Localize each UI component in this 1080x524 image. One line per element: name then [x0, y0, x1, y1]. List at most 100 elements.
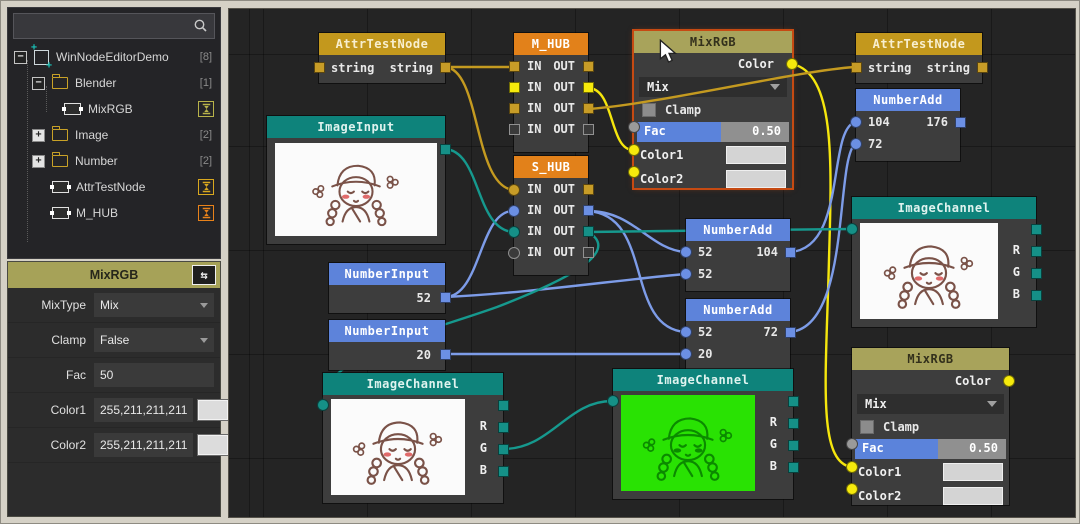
- socket-channel-b[interactable]: [498, 466, 509, 477]
- node-header[interactable]: ImageChannel: [613, 369, 793, 391]
- color1-field[interactable]: 255,211,211,211: [94, 398, 193, 422]
- socket-image-out[interactable]: [440, 144, 451, 155]
- node-imagechannel[interactable]: ImageChannelRGB: [852, 197, 1036, 327]
- node-header[interactable]: NumberAdd: [856, 89, 960, 111]
- socket-color1-in[interactable]: [846, 461, 858, 473]
- node-imagechannel[interactable]: ImageChannelRGB: [613, 369, 793, 499]
- color-swatch[interactable]: [198, 435, 228, 455]
- collapse-icon[interactable]: −: [32, 77, 45, 90]
- expand-icon[interactable]: +: [32, 129, 45, 142]
- socket-hub-in[interactable]: [508, 205, 520, 217]
- socket-image-in[interactable]: [607, 395, 619, 407]
- socket-fac-in[interactable]: [846, 438, 858, 450]
- tree-item-m_hub[interactable]: M_HUB: [8, 200, 220, 226]
- color-swatch[interactable]: [943, 487, 1003, 505]
- socket-number-in[interactable]: [680, 326, 692, 338]
- socket-hub-in[interactable]: [508, 226, 520, 238]
- socket-hub-out[interactable]: [583, 247, 594, 258]
- node-type-badge-icon[interactable]: [198, 205, 214, 221]
- node-header[interactable]: NumberAdd: [686, 219, 790, 241]
- node-mixrgb[interactable]: MixRGBColorMixClampFac0.50Color1Color2: [852, 348, 1009, 505]
- socket-hub-in[interactable]: [508, 184, 520, 196]
- socket-color2-in[interactable]: [628, 166, 640, 178]
- socket-number-in[interactable]: [850, 138, 862, 150]
- socket-hub-out[interactable]: [583, 124, 594, 135]
- tree-item-image[interactable]: +Image[2]: [8, 122, 220, 148]
- node-header[interactable]: M_HUB: [514, 33, 588, 55]
- node-numberadd[interactable]: NumberAdd5210452: [686, 219, 790, 291]
- node-attrtestnode[interactable]: AttrTestNodestringstring: [319, 33, 445, 83]
- node-header[interactable]: AttrTestNode: [856, 33, 982, 55]
- socket-hub-in[interactable]: [509, 124, 520, 135]
- collapse-icon[interactable]: −: [14, 51, 27, 64]
- socket-channel-r[interactable]: [1031, 246, 1042, 257]
- node-header[interactable]: NumberInput: [329, 320, 445, 342]
- socket-channel-g[interactable]: [498, 444, 509, 455]
- search-input[interactable]: [14, 19, 193, 33]
- socket-color-out[interactable]: [1003, 375, 1015, 387]
- node-imagechannel[interactable]: ImageChannelRGB: [323, 373, 503, 503]
- fac-slider[interactable]: Fac0.50: [637, 122, 789, 142]
- socket-fac-in[interactable]: [628, 121, 640, 133]
- tree-item-winnodeeditordemo[interactable]: −WinNodeEditorDemo[8]: [8, 44, 220, 70]
- mixtype-dropdown[interactable]: Mix: [857, 394, 1004, 414]
- node-header[interactable]: NumberAdd: [686, 299, 790, 321]
- node-imageinput[interactable]: ImageInput: [267, 116, 445, 244]
- node-editor-canvas[interactable]: AttrTestNodestringstringM_HUBINOUTINOUTI…: [228, 8, 1076, 518]
- tree-item-blender[interactable]: −Blender[1]: [8, 70, 220, 96]
- node-numberinput[interactable]: NumberInput52: [329, 263, 445, 313]
- socket-hub-out[interactable]: [583, 205, 594, 216]
- socket-channel-g[interactable]: [788, 440, 799, 451]
- socket-string-out[interactable]: [977, 62, 988, 73]
- tree-item-number[interactable]: +Number[2]: [8, 148, 220, 174]
- color-swatch[interactable]: [943, 463, 1003, 481]
- fac-field[interactable]: 50: [94, 363, 214, 387]
- node-header[interactable]: ImageChannel: [323, 373, 503, 395]
- socket-number-out[interactable]: [440, 292, 451, 303]
- socket-image-in[interactable]: [317, 399, 329, 411]
- node-mixrgb[interactable]: MixRGBColorMixClampFac0.50Color1Color2: [634, 31, 792, 188]
- socket-hub-out[interactable]: [583, 82, 594, 93]
- socket-string-in[interactable]: [314, 62, 325, 73]
- swap-colors-icon[interactable]: ⇆: [192, 265, 216, 285]
- socket-image-out[interactable]: [788, 396, 799, 407]
- node-numberadd[interactable]: NumberAdd10417672: [856, 89, 960, 161]
- socket-image-out[interactable]: [1031, 224, 1042, 235]
- node-attrtestnode[interactable]: AttrTestNodestringstring: [856, 33, 982, 83]
- socket-string-out[interactable]: [440, 62, 451, 73]
- tree-search-box[interactable]: [13, 13, 215, 39]
- socket-number-in[interactable]: [680, 268, 692, 280]
- socket-channel-g[interactable]: [1031, 268, 1042, 279]
- node-header[interactable]: S_HUB: [514, 156, 588, 178]
- socket-channel-r[interactable]: [498, 422, 509, 433]
- socket-hub-out[interactable]: [583, 61, 594, 72]
- socket-hub-out[interactable]: [583, 103, 594, 114]
- node-header[interactable]: AttrTestNode: [319, 33, 445, 55]
- socket-number-in[interactable]: [680, 246, 692, 258]
- clamp-dropdown[interactable]: False: [94, 328, 214, 352]
- socket-channel-r[interactable]: [788, 418, 799, 429]
- socket-color2-in[interactable]: [846, 483, 858, 495]
- node-header[interactable]: MixRGB: [634, 31, 792, 53]
- socket-number-out[interactable]: [785, 327, 796, 338]
- socket-string-in[interactable]: [851, 62, 862, 73]
- socket-hub-in[interactable]: [509, 82, 520, 93]
- node-header[interactable]: ImageInput: [267, 116, 445, 138]
- socket-number-in[interactable]: [680, 348, 692, 360]
- color-swatch[interactable]: [726, 146, 786, 164]
- socket-image-out[interactable]: [498, 400, 509, 411]
- color-swatch[interactable]: [198, 400, 228, 420]
- node-s_hub[interactable]: S_HUBINOUTINOUTINOUTINOUT: [514, 156, 588, 275]
- socket-number-out[interactable]: [785, 247, 796, 258]
- tree-item-mixrgb[interactable]: MixRGB: [8, 96, 220, 122]
- socket-hub-in[interactable]: [509, 61, 520, 72]
- socket-image-in[interactable]: [846, 223, 858, 235]
- mixtype-dropdown[interactable]: Mix: [639, 77, 787, 97]
- node-numberinput[interactable]: NumberInput20: [329, 320, 445, 370]
- socket-hub-out[interactable]: [583, 184, 594, 195]
- clamp-checkbox[interactable]: [860, 420, 874, 434]
- node-numberadd[interactable]: NumberAdd527220: [686, 299, 790, 371]
- fac-slider[interactable]: Fac0.50: [855, 439, 1006, 459]
- socket-number-out[interactable]: [955, 117, 966, 128]
- color2-field[interactable]: 255,211,211,211: [94, 433, 193, 457]
